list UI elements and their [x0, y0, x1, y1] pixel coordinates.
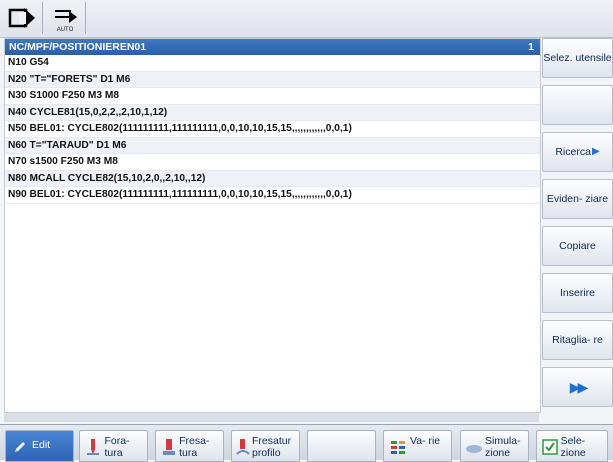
cut-button[interactable]: Ritaglia- re: [542, 320, 613, 360]
mode-arrow-icon: [8, 8, 35, 28]
pencil-icon: [10, 437, 30, 457]
code-line[interactable]: N60 T="TARAUD" D1 M6: [5, 137, 540, 154]
fast-forward-icon: ▶▶: [569, 379, 588, 395]
drilling-label: Fora- tura: [104, 435, 130, 459]
various-icon: [388, 437, 408, 457]
program-editor[interactable]: NC/MPF/POSITIONIEREN01 1 N10 G54 N20 "T=…: [4, 38, 541, 413]
contour-milling-label: Fresatur profilo: [252, 435, 292, 459]
highlight-button[interactable]: Eviden- ziare: [542, 179, 613, 219]
jog-mode-button[interactable]: [2, 2, 43, 34]
simulation-tab[interactable]: Simula- zione: [460, 430, 529, 462]
code-line[interactable]: N30 S1000 F250 M3 M8: [5, 88, 540, 105]
mill-icon: [160, 437, 177, 457]
code-line[interactable]: N40 CYCLE81(15,0,2,2,,2,10,1,12): [5, 104, 540, 121]
copy-label: Copiare: [559, 240, 596, 252]
edit-tab[interactable]: Edit: [5, 430, 74, 462]
insert-button[interactable]: Inserire: [542, 273, 613, 313]
program-path-header: NC/MPF/POSITIONIEREN01 1: [5, 39, 540, 55]
arrow-right-icon: ▶: [591, 146, 600, 157]
more-button[interactable]: ▶▶: [542, 367, 613, 407]
empty-hkey[interactable]: [307, 430, 376, 462]
highlight-label: Eviden- ziare: [546, 193, 609, 205]
search-button[interactable]: Ricerca ▶: [542, 132, 613, 172]
top-toolbar: AUTO: [0, 0, 613, 38]
horizontal-softkey-bar: Edit Fora- tura Fresa- tura Fresatur pro…: [0, 424, 613, 462]
empty-softkey[interactable]: [542, 85, 613, 125]
code-line[interactable]: N90 BEL01: CYCLE802(111111111,111111111,…: [5, 187, 540, 204]
select-tool-button[interactable]: Selez. utensile: [542, 38, 613, 78]
code-line[interactable]: N20 "T="FORETS" D1 M6: [5, 71, 540, 88]
select-tool-label: Selez. utensile: [543, 52, 612, 64]
code-line[interactable]: N80 MCALL CYCLE82(15,10,2,0,,2,10,,12): [5, 170, 540, 187]
selection-label: Sele- zione: [560, 435, 586, 459]
milling-tab[interactable]: Fresa- tura: [155, 430, 224, 462]
simulation-label: Simula- zione: [485, 435, 521, 459]
vertical-softkey-bar: Selez. utensile Ricerca ▶ Eviden- ziare C…: [540, 38, 613, 421]
auto-label: AUTO: [56, 27, 74, 33]
contour-milling-tab[interactable]: Fresatur profilo: [231, 430, 300, 462]
drilling-tab[interactable]: Fora- tura: [79, 430, 148, 462]
code-line[interactable]: N10 G54: [5, 55, 540, 72]
search-label: Ricerca: [555, 146, 591, 158]
milling-label: Fresa- tura: [179, 435, 210, 459]
insert-label: Inserire: [559, 287, 595, 299]
various-tab[interactable]: Va- rie: [383, 430, 452, 462]
code-line[interactable]: N50 BEL01: CYCLE802(111111111,111111111,…: [5, 121, 540, 138]
various-label: Va- rie: [410, 435, 441, 447]
program-path: NC/MPF/POSITIONIEREN01: [9, 41, 147, 53]
contour-mill-icon: [236, 437, 250, 457]
cut-label: Ritaglia- re: [552, 334, 603, 346]
edit-label: Edit: [32, 439, 51, 451]
code-line[interactable]: N70 s1500 F250 M3 M8: [5, 154, 540, 171]
drill-icon: [84, 437, 102, 457]
auto-mode-button[interactable]: AUTO: [45, 2, 86, 34]
line-indicator: 1: [528, 41, 534, 53]
simulation-icon: [465, 437, 483, 457]
copy-button[interactable]: Copiare: [542, 226, 613, 266]
selection-icon: [541, 437, 559, 457]
horizontal-scrollbar[interactable]: [4, 412, 539, 422]
auto-arrow-icon: [55, 10, 77, 23]
selection-tab[interactable]: Sele- zione: [536, 430, 608, 462]
